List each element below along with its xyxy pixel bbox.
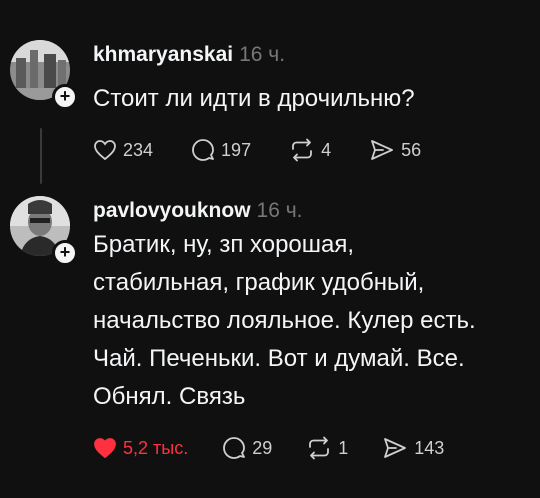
reply-count: 197: [221, 139, 252, 160]
reply-button[interactable]: 29: [222, 436, 272, 460]
thread-line: [40, 128, 42, 184]
post-text: Стоит ли идти в дрочильню?: [93, 85, 415, 112]
comment-icon: [223, 437, 246, 459]
repost-icon: [292, 138, 312, 162]
repost-count: 4: [321, 139, 332, 160]
post-header: pavlovyouknow 16 ч.: [93, 199, 303, 223]
like-button[interactable]: 234: [93, 139, 153, 161]
post-text-line: стабильная, график удобный,: [93, 269, 425, 296]
share-count: 143: [414, 437, 445, 458]
follow-plus-icon[interactable]: +: [52, 240, 78, 266]
post-text-line: начальство лояльное. Кулер есть.: [93, 307, 476, 334]
heart-icon: [94, 438, 116, 459]
follow-plus-icon[interactable]: +: [52, 84, 78, 110]
like-count: 234: [123, 139, 154, 160]
username-link[interactable]: khmaryanskai: [93, 43, 233, 66]
repost-count: 1: [338, 437, 349, 458]
like-button[interactable]: 5,2 тыс.: [93, 437, 188, 459]
repost-icon: [309, 436, 330, 460]
send-icon: [371, 140, 394, 160]
post-text-line: Чай. Печеньки. Вот и думай. Все.: [93, 345, 465, 372]
like-count: 5,2 тыс.: [123, 437, 189, 458]
repost-button[interactable]: 1: [306, 436, 348, 460]
share-button[interactable]: 56: [369, 138, 421, 162]
post-text-line: Братик, ну, зп хорошая,: [93, 231, 355, 258]
username-link[interactable]: pavlovyouknow: [93, 199, 251, 222]
post-header: khmaryanskai 16 ч.: [93, 43, 285, 67]
comment-icon: [192, 139, 214, 161]
send-icon: [384, 438, 407, 458]
post-text: Братик, ну, зп хорошая, стабильная, граф…: [93, 226, 533, 416]
post-actions: 5,2 тыс. 29 1 143: [93, 436, 444, 460]
post-time: 16 ч.: [256, 199, 303, 222]
heart-icon: [94, 140, 116, 161]
reply-count: 29: [252, 437, 273, 458]
post-actions: 234 197 4 56: [93, 138, 421, 162]
share-button[interactable]: 143: [382, 436, 444, 460]
share-count: 56: [401, 139, 422, 160]
repost-button[interactable]: 4: [289, 138, 331, 162]
reply-button[interactable]: 197: [191, 138, 251, 162]
post-time: 16 ч.: [239, 43, 286, 66]
post-text-line: Обнял. Связь: [93, 383, 246, 410]
